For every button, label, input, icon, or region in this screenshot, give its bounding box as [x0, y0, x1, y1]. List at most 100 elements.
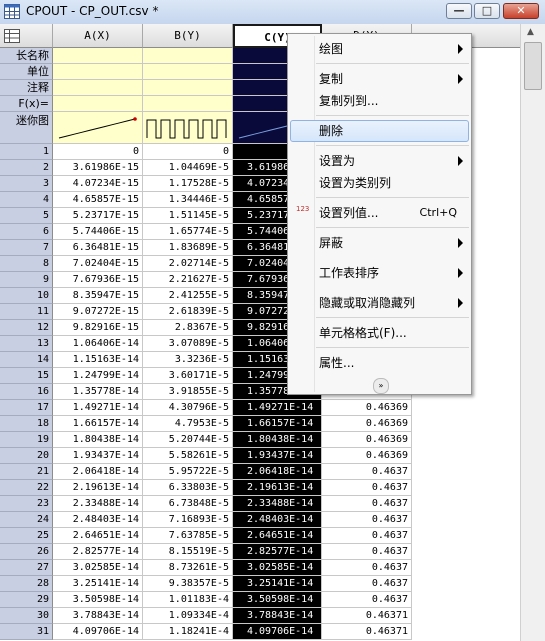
row-number[interactable]: 19: [0, 432, 53, 448]
cell-b[interactable]: 7.63785E-5: [143, 528, 233, 544]
select-all-corner[interactable]: [0, 24, 53, 48]
row-number[interactable]: 16: [0, 384, 53, 400]
cell-a[interactable]: 0: [53, 144, 143, 160]
menu-item[interactable]: 屏蔽: [290, 232, 469, 254]
cell-a[interactable]: 9.82916E-15: [53, 320, 143, 336]
row-number[interactable]: 22: [0, 480, 53, 496]
cell-d[interactable]: 0.46371: [322, 608, 412, 624]
cell-b[interactable]: 3.3236E-5: [143, 352, 233, 368]
column-header-a[interactable]: A(X): [53, 24, 143, 48]
meta-cell[interactable]: [143, 80, 233, 96]
cell-d[interactable]: 0.46369: [322, 416, 412, 432]
column-header-b[interactable]: B(Y): [143, 24, 233, 48]
cell-a[interactable]: 1.06406E-14: [53, 336, 143, 352]
cell-b[interactable]: 1.83689E-5: [143, 240, 233, 256]
cell-c[interactable]: 2.64651E-14: [233, 528, 322, 544]
cell-c[interactable]: 2.48403E-14: [233, 512, 322, 528]
maximize-button[interactable]: □: [474, 3, 500, 19]
row-number[interactable]: 26: [0, 544, 53, 560]
cell-d[interactable]: 0.4637: [322, 528, 412, 544]
row-number[interactable]: 7: [0, 240, 53, 256]
expand-more-icon[interactable]: »: [373, 378, 389, 394]
meta-cell[interactable]: [53, 80, 143, 96]
row-number[interactable]: 1: [0, 144, 53, 160]
row-number[interactable]: 17: [0, 400, 53, 416]
row-number[interactable]: 20: [0, 448, 53, 464]
menu-item[interactable]: 工作表排序: [290, 262, 469, 284]
cell-b[interactable]: 1.17528E-5: [143, 176, 233, 192]
cell-b[interactable]: 0: [143, 144, 233, 160]
cell-c[interactable]: 3.50598E-14: [233, 592, 322, 608]
row-number[interactable]: 11: [0, 304, 53, 320]
cell-a[interactable]: 8.35947E-15: [53, 288, 143, 304]
cell-a[interactable]: 2.33488E-14: [53, 496, 143, 512]
row-number[interactable]: 5: [0, 208, 53, 224]
meta-cell[interactable]: [53, 48, 143, 64]
cell-d[interactable]: 0.4637: [322, 592, 412, 608]
cell-a[interactable]: 4.65857E-15: [53, 192, 143, 208]
row-number[interactable]: 13: [0, 336, 53, 352]
menu-item[interactable]: 删除: [290, 120, 469, 142]
row-number[interactable]: 6: [0, 224, 53, 240]
cell-a[interactable]: 3.61986E-15: [53, 160, 143, 176]
row-number[interactable]: 15: [0, 368, 53, 384]
row-number[interactable]: 4: [0, 192, 53, 208]
cell-d[interactable]: 0.46369: [322, 400, 412, 416]
cell-b[interactable]: 5.58261E-5: [143, 448, 233, 464]
cell-b[interactable]: 4.7953E-5: [143, 416, 233, 432]
cell-a[interactable]: 1.93437E-14: [53, 448, 143, 464]
cell-a[interactable]: 2.82577E-14: [53, 544, 143, 560]
cell-d[interactable]: 0.46369: [322, 448, 412, 464]
cell-a[interactable]: 6.36481E-15: [53, 240, 143, 256]
row-number[interactable]: 27: [0, 560, 53, 576]
row-number[interactable]: 10: [0, 288, 53, 304]
scroll-up-arrow-icon[interactable]: ▲: [527, 27, 534, 37]
menu-item[interactable]: 属性...: [290, 352, 469, 374]
cell-c[interactable]: 1.93437E-14: [233, 448, 322, 464]
cell-b[interactable]: 3.91855E-5: [143, 384, 233, 400]
cell-d[interactable]: 0.46369: [322, 432, 412, 448]
row-number[interactable]: 18: [0, 416, 53, 432]
row-number[interactable]: 2: [0, 160, 53, 176]
meta-cell[interactable]: [53, 64, 143, 80]
cell-b[interactable]: 1.65774E-5: [143, 224, 233, 240]
cell-b[interactable]: 6.33803E-5: [143, 480, 233, 496]
row-number[interactable]: 14: [0, 352, 53, 368]
cell-d[interactable]: 0.4637: [322, 512, 412, 528]
meta-cell[interactable]: [53, 96, 143, 112]
cell-c[interactable]: 1.66157E-14: [233, 416, 322, 432]
row-number[interactable]: 9: [0, 272, 53, 288]
cell-c[interactable]: 3.78843E-14: [233, 608, 322, 624]
cell-a[interactable]: 3.02585E-14: [53, 560, 143, 576]
scrollbar-thumb[interactable]: [524, 42, 542, 90]
meta-cell[interactable]: [143, 64, 233, 80]
minimize-button[interactable]: —: [446, 3, 472, 19]
cell-b[interactable]: 1.01183E-4: [143, 592, 233, 608]
cell-a[interactable]: 7.67936E-15: [53, 272, 143, 288]
row-number[interactable]: 29: [0, 592, 53, 608]
cell-b[interactable]: 2.21627E-5: [143, 272, 233, 288]
cell-b[interactable]: 1.04469E-5: [143, 160, 233, 176]
cell-a[interactable]: 4.07234E-15: [53, 176, 143, 192]
cell-d[interactable]: 0.4637: [322, 480, 412, 496]
cell-a[interactable]: 2.48403E-14: [53, 512, 143, 528]
cell-c[interactable]: 2.33488E-14: [233, 496, 322, 512]
cell-a[interactable]: 3.25141E-14: [53, 576, 143, 592]
row-number[interactable]: 21: [0, 464, 53, 480]
cell-b[interactable]: 8.15519E-5: [143, 544, 233, 560]
cell-a[interactable]: 5.74406E-15: [53, 224, 143, 240]
cell-c[interactable]: 4.09706E-14: [233, 624, 322, 640]
row-number[interactable]: 3: [0, 176, 53, 192]
menu-item[interactable]: 设置为类别列: [290, 172, 469, 194]
cell-d[interactable]: 0.46371: [322, 624, 412, 640]
cell-b[interactable]: 7.16893E-5: [143, 512, 233, 528]
close-button[interactable]: ✕: [503, 3, 539, 19]
meta-cell[interactable]: [143, 48, 233, 64]
menu-item[interactable]: 复制列到...: [290, 90, 469, 112]
cell-a[interactable]: 1.66157E-14: [53, 416, 143, 432]
cell-c[interactable]: 1.80438E-14: [233, 432, 322, 448]
cell-b[interactable]: 2.8367E-5: [143, 320, 233, 336]
row-number[interactable]: 8: [0, 256, 53, 272]
menu-item[interactable]: 设置为: [290, 150, 469, 172]
menu-item[interactable]: 单元格格式(F)...: [290, 322, 469, 344]
